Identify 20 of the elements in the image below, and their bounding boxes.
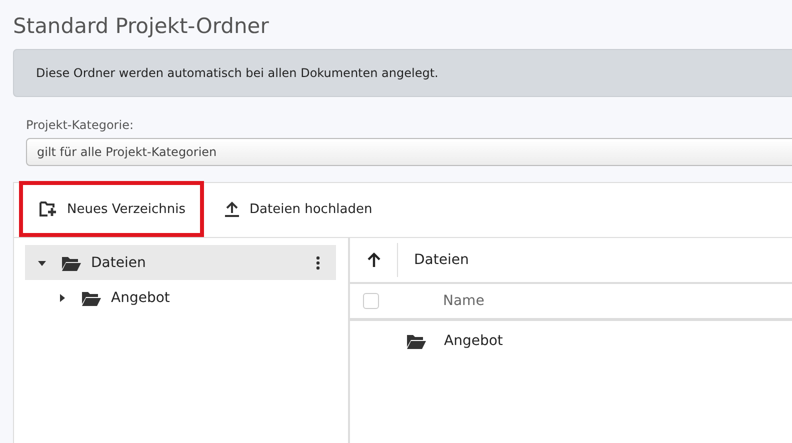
caret-right-icon [57,292,67,302]
upload-button[interactable]: Dateien hochladen [204,182,386,236]
tree-item[interactable]: Angebot [25,280,336,315]
arrow-up-icon [366,252,380,268]
category-select[interactable]: gilt für alle Projekt-Kategorien [26,138,792,166]
file-name[interactable]: Angebot [444,333,503,349]
folder-icon [61,254,82,270]
new-folder-button[interactable]: Neues Verzeichnis [19,181,204,237]
field-label: Projekt-Kategorie: [26,118,134,133]
select-all-checkbox[interactable] [363,293,379,309]
folder-plus-icon [39,201,57,217]
folder-icon [406,333,427,349]
upload-icon [224,201,240,217]
folder-icon [81,290,102,306]
more-icon [316,256,320,270]
tree-item[interactable]: Dateien [25,245,336,280]
page-title: Standard Projekt-Ordner [13,13,270,40]
column-header[interactable]: Name [443,293,484,309]
info-message: Diese Ordner werden automatisch bei allen Dokumenten angelegt. [36,66,438,80]
breadcrumb: Dateien [414,252,469,268]
